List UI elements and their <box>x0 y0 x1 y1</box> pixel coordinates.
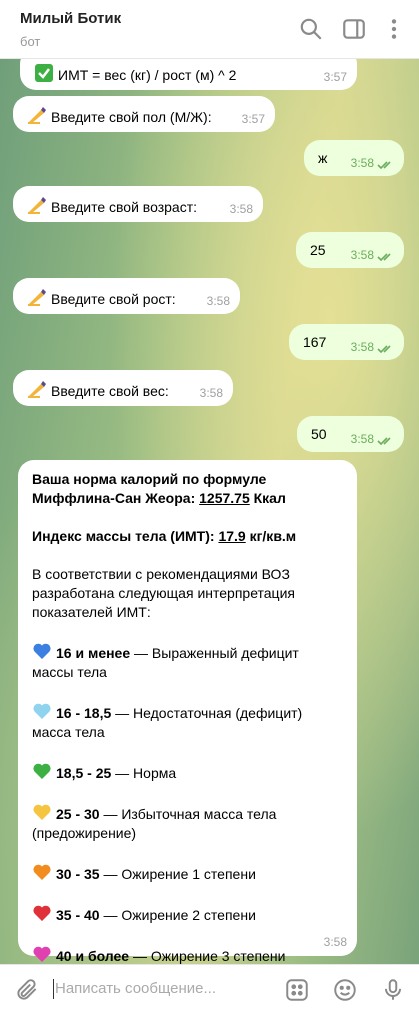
message-time: 3:58 <box>199 386 223 400</box>
chat-status: бот <box>20 34 41 49</box>
message-bubble[interactable]: Введите свой пол (М/Ж): 3:57 <box>13 96 275 132</box>
read-receipt-icon <box>377 253 391 262</box>
message-time: 3:58 <box>350 432 374 446</box>
bmi-result-message[interactable]: Ваша норма калорий по формуле Миффлина-С… <box>18 460 357 964</box>
microphone-icon[interactable] <box>380 977 406 1003</box>
message-time: 3:57 <box>323 70 347 84</box>
bmi-range-value: 30 - 35 <box>56 866 100 882</box>
bmi-range-item: 18,5 - 25 — Норма <box>32 761 343 783</box>
sidebar-toggle-icon[interactable] <box>341 16 367 42</box>
message-bubble[interactable]: Введите свой рост: 3:58 <box>13 278 240 314</box>
text-caret <box>53 979 54 999</box>
attach-icon[interactable] <box>14 977 40 1003</box>
message-bubble-outgoing[interactable]: 25 3:58 <box>296 232 404 268</box>
calories-unit: Ккал <box>253 490 286 506</box>
message-bubble[interactable]: ИМТ = вес (кг) / рост (м) ^ 2 3:57 <box>20 58 357 90</box>
bmi-range-item: 16 и менее — Выраженный дефицит массы те… <box>32 641 343 682</box>
heart-icon <box>32 862 52 880</box>
message-bubble[interactable]: Введите свой вес: 3:58 <box>13 370 233 406</box>
bmi-range-item: 25 - 30 — Избыточная масса тела (предожи… <box>32 802 343 843</box>
heart-icon <box>32 641 52 659</box>
read-receipt-icon <box>377 161 391 170</box>
more-menu-icon[interactable] <box>381 16 407 42</box>
heart-icon <box>32 903 52 921</box>
who-intro: В соответствии с рекомендациями ВОЗ разр… <box>32 566 295 620</box>
calories-value: 1257.75 <box>199 490 250 506</box>
heart-icon <box>32 802 52 820</box>
heart-icon <box>32 701 52 719</box>
message-text: 50 <box>311 426 327 442</box>
bmi-range-desc: — Ожирение 3 степени <box>129 948 286 964</box>
bmi-range-item: 30 - 35 — Ожирение 1 степени <box>32 862 343 884</box>
message-text: ж <box>318 150 328 166</box>
read-receipt-icon <box>377 345 391 354</box>
message-input[interactable]: Написать сообщение... <box>55 980 216 997</box>
message-bubble-outgoing[interactable]: 167 3:58 <box>289 324 404 360</box>
bmi-range-value: 25 - 30 <box>56 806 100 822</box>
bmi-range-value: 16 - 18,5 <box>56 705 112 721</box>
composer: Написать сообщение... <box>0 964 419 1015</box>
bmi-unit: кг/кв.м <box>249 528 297 544</box>
heart-icon <box>32 944 52 962</box>
message-text: 25 <box>310 242 326 258</box>
search-icon[interactable] <box>298 16 324 42</box>
bmi-range-desc: — Ожирение 1 степени <box>99 866 256 882</box>
bmi-ranges-list: 16 и менее — Выраженный дефицит массы те… <box>32 641 343 964</box>
bmi-line: Индекс массы тела (ИМТ): 17.9 кг/кв.м <box>32 527 343 546</box>
bmi-range-item: 40 и более — Ожирение 3 степени <box>32 944 343 964</box>
bmi-label: Индекс массы тела (ИМТ): <box>32 528 215 544</box>
bmi-range-item: 35 - 40 — Ожирение 2 степени <box>32 903 343 925</box>
message-text: Введите свой вес: <box>51 383 169 399</box>
message-time: 3:58 <box>206 294 230 308</box>
message-text: Введите свой возраст: <box>51 199 197 215</box>
message-bubble[interactable]: Введите свой возраст: 3:58 <box>13 186 263 222</box>
message-bubble-outgoing[interactable]: ж 3:58 <box>304 140 404 176</box>
calories-line: Ваша норма калорий по формуле Миффлина-С… <box>32 470 343 508</box>
message-time: 3:58 <box>350 156 374 170</box>
bmi-range-desc: — Норма <box>111 765 177 781</box>
bmi-range-value: 16 и менее <box>56 645 131 661</box>
bot-commands-icon[interactable] <box>284 977 310 1003</box>
writing-hand-icon <box>27 287 47 306</box>
message-text: Введите свой пол (М/Ж): <box>51 109 212 125</box>
message-bubble-outgoing[interactable]: 50 3:58 <box>297 416 404 452</box>
message-time: 3:58 <box>350 248 374 262</box>
heart-icon <box>32 761 52 779</box>
bmi-range-desc: — Ожирение 2 степени <box>99 907 256 923</box>
message-text: Введите свой рост: <box>51 291 176 307</box>
message-time: 3:58 <box>323 935 347 949</box>
message-list[interactable]: ИМТ = вес (кг) / рост (м) ^ 2 3:57 Введи… <box>0 58 419 964</box>
emoji-icon[interactable] <box>332 977 358 1003</box>
bmi-range-value: 40 и более <box>56 948 130 964</box>
message-time: 3:57 <box>241 112 265 126</box>
chat-header: Милый Ботик бот <box>0 0 419 59</box>
message-time: 3:58 <box>229 202 253 216</box>
writing-hand-icon <box>27 379 47 398</box>
bmi-value: 17.9 <box>218 528 246 544</box>
bmi-range-value: 35 - 40 <box>56 907 100 923</box>
check-mark-icon <box>34 63 54 82</box>
message-time: 3:58 <box>350 340 374 354</box>
bmi-range-value: 18,5 - 25 <box>56 765 112 781</box>
message-text: 167 <box>303 334 327 350</box>
message-text: ИМТ = вес (кг) / рост (м) ^ 2 <box>58 67 237 83</box>
writing-hand-icon <box>27 105 47 124</box>
bmi-range-item: 16 - 18,5 — Недостаточная (дефицит) масс… <box>32 701 343 742</box>
writing-hand-icon <box>27 195 47 214</box>
read-receipt-icon <box>377 437 391 446</box>
chat-title[interactable]: Милый Ботик <box>20 10 121 27</box>
